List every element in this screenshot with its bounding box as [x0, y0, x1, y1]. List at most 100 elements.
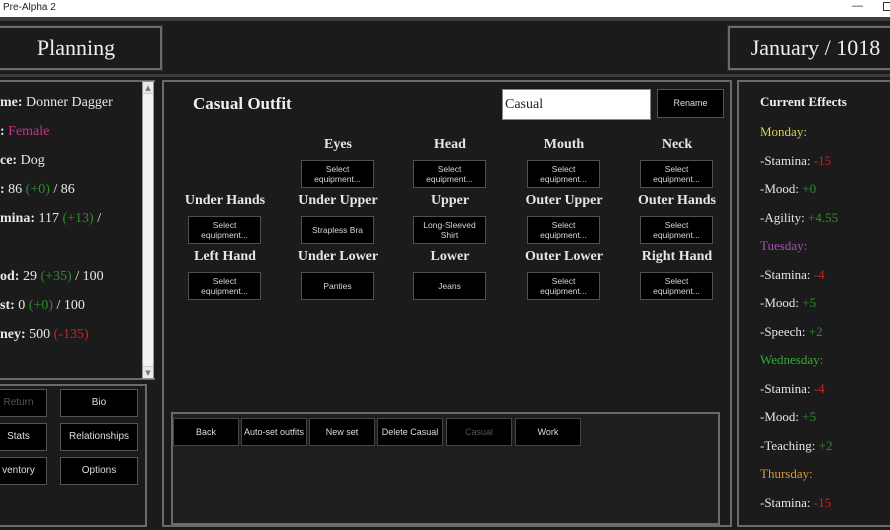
- slot-select-under-hands[interactable]: Select equipment...: [188, 216, 261, 244]
- slot-select-outer-upper[interactable]: Select equipment...: [527, 216, 600, 244]
- effect-day-heading: Wednesday:: [760, 352, 824, 367]
- slot-select-head[interactable]: Select equipment...: [413, 160, 486, 188]
- effect-line: -Stamina: -15: [760, 495, 831, 511]
- stat-max: / 86: [53, 182, 75, 197]
- slot-label-upper: Upper: [430, 193, 470, 208]
- new-set-button[interactable]: New set: [309, 418, 375, 446]
- stat-value: Female: [8, 124, 50, 139]
- stat-label: ce:: [0, 153, 18, 168]
- character-scrollbar[interactable]: ▲ ▼: [142, 81, 154, 379]
- slot-label-right-hand: Right Hand: [641, 249, 713, 264]
- screen-title-box: Planning: [0, 25, 163, 71]
- character-stat-line: od: 29 (+35) / 100: [0, 269, 104, 285]
- effect-label: -Teaching:: [760, 437, 816, 453]
- window-titlebar: Pre-Alpha 2 —: [0, 0, 890, 17]
- header-divider: [0, 17, 890, 21]
- slot-label-left-hand: Left Hand: [194, 249, 256, 264]
- current-date: January / 1018: [750, 35, 881, 60]
- slot-label-neck: Neck: [661, 137, 693, 152]
- effects-title: Current Effects: [760, 94, 847, 109]
- slot-label-outer-upper: Outer Upper: [525, 193, 603, 208]
- stat-value: 117: [38, 211, 59, 226]
- slot-select-lower[interactable]: Jeans: [413, 272, 486, 300]
- slot-select-left-hand[interactable]: Select equipment...: [188, 272, 261, 300]
- effect-value: -4: [813, 380, 825, 396]
- stat-delta: (+13): [62, 211, 94, 226]
- options-button[interactable]: Options: [60, 457, 138, 485]
- delete-set-button[interactable]: Delete Casual: [377, 418, 443, 446]
- effect-value: -15: [813, 152, 832, 168]
- back-button[interactable]: Back: [173, 418, 239, 446]
- header-bottom-divider: [0, 74, 890, 77]
- stat-delta: (+0): [25, 182, 50, 197]
- slot-select-under-lower[interactable]: Panties: [301, 272, 374, 300]
- effect-day-heading: Tuesday:: [760, 238, 808, 253]
- slot-select-outer-lower[interactable]: Select equipment...: [527, 272, 600, 300]
- slot-label-outer-hands: Outer Hands: [638, 193, 716, 208]
- stat-label: st:: [0, 298, 15, 313]
- effect-label: -Stamina:: [760, 152, 811, 168]
- stat-value: Dog: [20, 153, 45, 168]
- character-stat-line: me: Donner Dagger: [0, 95, 113, 111]
- stat-value: 86: [8, 182, 23, 197]
- slot-select-neck[interactable]: Select equipment...: [640, 160, 713, 188]
- stat-value: Donner Dagger: [26, 95, 113, 110]
- effect-label: -Agility:: [760, 209, 805, 225]
- character-stat-line: ce: Dog: [0, 153, 45, 169]
- stat-value: 0: [18, 298, 26, 313]
- slot-label-under-hands: Under Hands: [184, 193, 266, 208]
- stat-value: 500: [29, 327, 51, 342]
- effect-label: -Mood:: [760, 295, 799, 310]
- effect-line: -Teaching: +2: [760, 438, 833, 454]
- stat-max: /: [97, 211, 102, 226]
- effect-line: -Mood: +5: [760, 409, 816, 425]
- stat-max: / 100: [75, 269, 104, 284]
- rename-button[interactable]: Rename: [657, 89, 724, 118]
- slot-label-outer-lower: Outer Lower: [525, 249, 603, 264]
- outfit-set-tab-work[interactable]: Work: [515, 418, 581, 446]
- scroll-up-icon[interactable]: ▲: [143, 82, 153, 94]
- effect-value: +4.55: [808, 209, 839, 225]
- stat-label: :: [0, 124, 5, 139]
- character-stat-line: mina: 117 (+13) /: [0, 211, 101, 227]
- scroll-down-icon[interactable]: ▼: [143, 366, 153, 378]
- stat-label: me:: [0, 95, 23, 110]
- maximize-icon[interactable]: [883, 2, 890, 11]
- outfit-set-tab-casual[interactable]: Casual: [446, 418, 512, 446]
- auto-set-outfits-button[interactable]: Auto-set outfits: [241, 418, 307, 446]
- slot-select-right-hand[interactable]: Select equipment...: [640, 272, 713, 300]
- effect-label: -Mood:: [760, 181, 799, 196]
- slot-label-under-upper: Under Upper: [298, 193, 378, 208]
- effect-value: +5: [802, 409, 817, 424]
- slot-select-eyes[interactable]: Select equipment...: [301, 160, 374, 188]
- bio-button[interactable]: Bio: [60, 389, 138, 417]
- character-stat-line: : Female: [0, 124, 49, 140]
- slot-select-under-upper[interactable]: Strapless Bra: [301, 216, 374, 244]
- effect-label: -Mood:: [760, 409, 799, 424]
- effect-value: +0: [802, 181, 817, 196]
- effect-value: -4: [813, 266, 825, 282]
- effect-label: -Stamina:: [760, 494, 811, 510]
- outfit-name-input[interactable]: Casual: [502, 89, 651, 120]
- minimize-icon[interactable]: —: [852, 0, 863, 12]
- effect-line: -Speech: +2: [760, 324, 823, 340]
- stat-max: / 100: [56, 298, 85, 313]
- stats-button[interactable]: Stats: [0, 423, 47, 451]
- window-title: Pre-Alpha 2: [3, 2, 56, 13]
- date-box: January / 1018: [727, 25, 890, 71]
- slot-select-outer-hands[interactable]: Select equipment...: [640, 216, 713, 244]
- effect-line: -Mood: +5: [760, 295, 816, 311]
- effect-day-heading: Monday:: [760, 124, 807, 139]
- inventory-button[interactable]: ventory: [0, 457, 47, 485]
- stat-label: mina:: [0, 211, 35, 226]
- effect-line: -Agility: +4.55: [760, 210, 838, 226]
- slot-label-eyes: Eyes: [324, 137, 352, 152]
- return-button[interactable]: Return: [0, 389, 47, 417]
- stat-delta: (+35): [40, 269, 72, 284]
- slot-select-upper[interactable]: Long-Sleeved Shirt: [413, 216, 486, 244]
- relationships-button[interactable]: Relationships: [60, 423, 138, 451]
- stat-label: od:: [0, 269, 20, 284]
- stat-delta: (+0): [28, 298, 54, 313]
- slot-select-mouth[interactable]: Select equipment...: [527, 160, 600, 188]
- effect-value: -15: [813, 494, 832, 510]
